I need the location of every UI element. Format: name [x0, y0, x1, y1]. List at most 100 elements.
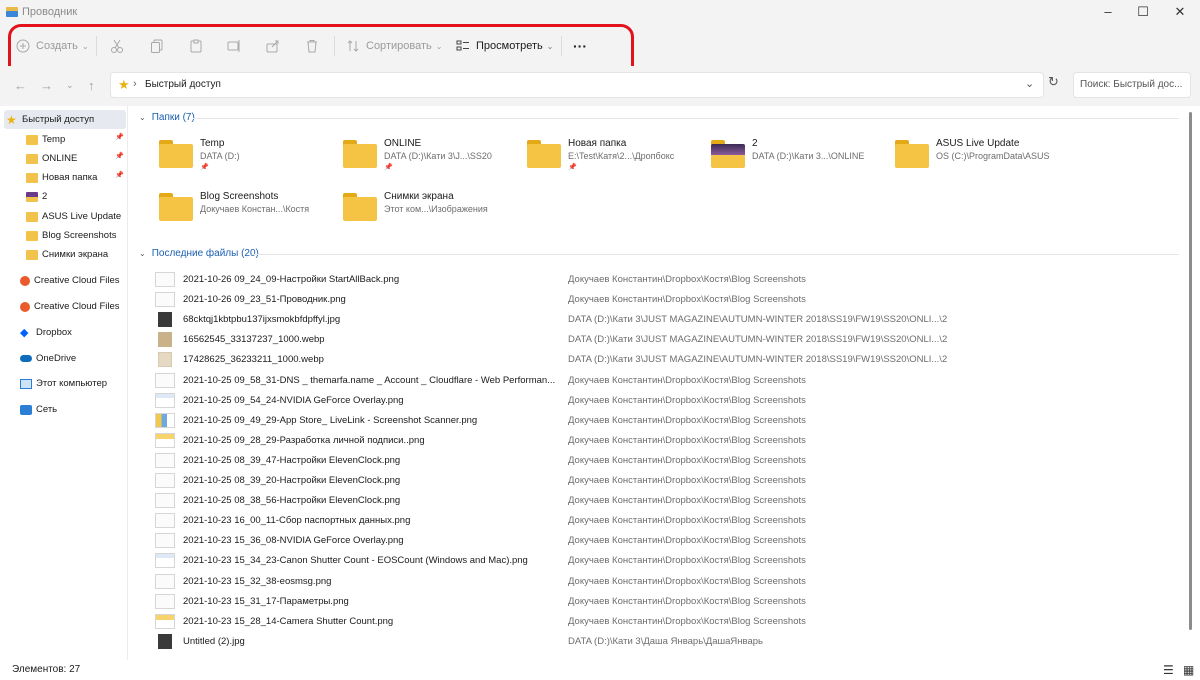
file-location: DATA (D:)\Кати 3\JUST MAGAZINE\AUTUMN-WI…: [568, 334, 948, 346]
file-row[interactable]: 2021-10-25 09_28_29-Разработка личной по…: [155, 431, 1175, 451]
file-row[interactable]: 2021-10-23 15_36_08-NVIDIA GeForce Overl…: [155, 531, 1175, 551]
sidebar-item[interactable]: OneDrive: [4, 349, 126, 368]
recent-section-header[interactable]: ⌄ Последние файлы (20): [139, 248, 259, 259]
sidebar-item[interactable]: Creative Cloud Files: [4, 297, 126, 316]
sidebar-item[interactable]: ASUS Live Update: [4, 207, 126, 226]
file-location: Докучаев Константин\Dropbox\Костя\Blog S…: [568, 535, 806, 547]
maximize-button[interactable]: ☐: [1123, 0, 1163, 26]
address-dropdown-icon[interactable]: ⌄: [1025, 77, 1034, 90]
file-location: DATA (D:)\Кати 3\JUST MAGAZINE\AUTUMN-WI…: [568, 314, 948, 326]
file-thumbnail-icon: [155, 593, 175, 609]
folder-icon: [26, 230, 38, 241]
folder-icon: [26, 249, 38, 260]
file-name: Untitled (2).jpg: [183, 635, 245, 647]
up-arrow-icon[interactable]: ↑: [88, 78, 95, 93]
folder-tile[interactable]: Новая папка E:\Test\Катя\2...\Дропбокс 📌: [527, 136, 711, 184]
sidebar-item-label: Creative Cloud Files: [34, 301, 120, 312]
sidebar-item[interactable]: Blog Screenshots: [4, 226, 126, 245]
folder-name: Новая папка: [568, 138, 627, 149]
minimize-button[interactable]: –: [1088, 0, 1128, 26]
file-row[interactable]: 2021-10-25 09_58_31-DNS _ themarfa.name …: [155, 371, 1175, 391]
folder-icon: [343, 140, 377, 168]
file-location: Докучаев Константин\Dropbox\Костя\Blog S…: [568, 374, 806, 386]
tiles-view-icon[interactable]: ▦: [1183, 663, 1194, 677]
file-row[interactable]: 2021-10-23 15_28_14-Camera Shutter Count…: [155, 612, 1175, 632]
file-name: 16562545_33137237_1000.webp: [183, 334, 325, 346]
file-row[interactable]: 2021-10-25 08_39_20-Настройки ElevenCloc…: [155, 471, 1175, 491]
file-row[interactable]: 2021-10-26 09_23_51-Проводник.png Докучае…: [155, 290, 1175, 310]
sidebar-item-label: 2: [42, 191, 48, 202]
recent-locations-chevron-icon[interactable]: ⌄: [66, 80, 74, 91]
file-name: 68cktqj1kbtpbu137ijxsmokbfdpffyl.jpg: [183, 314, 341, 326]
file-name: 2021-10-26 09_24_09-Настройки StartAllBa…: [183, 274, 400, 285]
file-row[interactable]: 2021-10-25 09_54_24-NVIDIA GeForce Overl…: [155, 391, 1175, 411]
folder-image-icon: [26, 191, 38, 202]
sidebar-item[interactable]: Сеть: [4, 400, 126, 419]
folder-tile[interactable]: Temp DATA (D:) 📌: [159, 136, 343, 184]
folders-section-header[interactable]: ⌄ Папки (7): [139, 112, 195, 123]
folder-tile[interactable]: 2 DATA (D:)\Кати 3...\ONLINE: [711, 136, 895, 184]
file-row[interactable]: 2021-10-23 16_00_11-Сбор паспортных данн…: [155, 511, 1175, 531]
sidebar-item[interactable]: ◆ Dropbox: [4, 323, 126, 342]
folder-tile[interactable]: Blog Screenshots Докучаев Констан...\Кост…: [159, 189, 343, 237]
back-arrow-icon[interactable]: ←: [14, 78, 27, 93]
sidebar-item-label: ASUS Live Update: [42, 211, 122, 222]
file-row[interactable]: 2021-10-25 09_49_29-App Store_ LiveLink …: [155, 411, 1175, 431]
sidebar-item-label: ONLINE: [42, 153, 78, 164]
file-row[interactable]: 16562545_33137237_1000.webp DATA (D:)\Кат…: [155, 330, 1175, 350]
file-row[interactable]: 17428625_36233211_1000.webp DATA (D:)\Кат…: [155, 350, 1175, 370]
file-thumbnail-icon: [155, 432, 175, 448]
file-name: 2021-10-23 15_34_23-Canon Shutter Count …: [183, 555, 528, 567]
file-row[interactable]: 2021-10-25 08_38_56-Настройки ElevenCloc…: [155, 491, 1175, 511]
close-button[interactable]: ✕: [1160, 0, 1200, 26]
refresh-icon[interactable]: ↻: [1048, 74, 1059, 90]
sidebar-item[interactable]: 2: [4, 187, 126, 206]
sidebar-item[interactable]: Снимки экрана: [4, 245, 126, 264]
forward-arrow-icon[interactable]: →: [40, 78, 53, 93]
file-row[interactable]: 2021-10-25 08_39_47-Настройки ElevenCloc…: [155, 451, 1175, 471]
file-location: Докучаев Константин\Dropbox\Костя\Blog S…: [568, 575, 806, 587]
file-thumbnail-icon: [158, 633, 172, 649]
file-name: 2021-10-23 15_32_38-eosmsg.png: [183, 575, 332, 587]
sidebar-item[interactable]: Creative Cloud Files: [4, 271, 126, 290]
file-thumbnail-icon: [158, 332, 172, 348]
file-row[interactable]: 68cktqj1kbtpbu137ijxsmokbfdpffyl.jpg DATA…: [155, 310, 1175, 330]
file-location: DATA (D:)\Кати 3\JUST MAGAZINE\AUTUMN-WI…: [568, 354, 948, 366]
folder-tile[interactable]: ASUS Live Update OS (C:)\ProgramData\ASUS: [895, 136, 1079, 184]
sidebar-item[interactable]: Temp 📌: [4, 130, 126, 149]
file-row[interactable]: Untitled (2).jpg DATA (D:)\Кати 3\Даша Ян…: [155, 632, 1175, 652]
folder-path: Докучаев Констан...\Костя: [200, 204, 310, 214]
file-location: Докучаев Константин\Dropbox\Костя\Blog S…: [568, 434, 806, 446]
scrollbar-thumb[interactable]: [1189, 112, 1192, 630]
file-thumbnail-icon: [158, 312, 172, 328]
folder-icon: [895, 140, 929, 168]
status-bar: Элементов: 27 ☰ ▦: [0, 660, 1200, 680]
file-row[interactable]: 2021-10-23 15_34_23-Canon Shutter Count …: [155, 551, 1175, 571]
file-thumbnail-icon: [155, 292, 175, 308]
folder-tile[interactable]: Снимки экрана Этот ком...\Изображения: [343, 189, 527, 237]
file-row[interactable]: 2021-10-23 15_31_17-Параметры.png Докучае…: [155, 592, 1175, 612]
file-thumbnail-icon: [155, 452, 175, 468]
folder-tile[interactable]: ONLINE DATA (D:)\Кати 3\J...\SS20 📌: [343, 136, 527, 184]
network-icon: [20, 404, 32, 415]
search-input[interactable]: Поиск: Быстрый дос...: [1073, 72, 1191, 98]
details-view-icon[interactable]: ☰: [1163, 663, 1174, 677]
file-name: 2021-10-23 16_00_11-Сбор паспортных данн…: [183, 515, 411, 527]
sidebar-item[interactable]: ★ Быстрый доступ: [4, 110, 126, 129]
sidebar-item-label: Этот компьютер: [36, 378, 108, 389]
file-row[interactable]: 2021-10-23 15_32_38-eosmsg.png Докучаев К…: [155, 572, 1175, 592]
file-thumbnail-icon: [155, 493, 175, 509]
sidebar-item[interactable]: Этот компьютер: [4, 374, 126, 393]
file-row[interactable]: 2021-10-26 09_24_09-Настройки StartAllBa…: [155, 270, 1175, 290]
address-bar[interactable]: ★ › Быстрый доступ ⌄: [110, 72, 1044, 98]
pin-icon: 📌: [568, 164, 577, 171]
sidebar-item[interactable]: ONLINE 📌: [4, 149, 126, 168]
file-location: DATA (D:)\Кати 3\Даша Январь\ДашаЯнварь: [568, 635, 763, 647]
file-name: 2021-10-23 15_31_17-Параметры.png: [183, 595, 349, 607]
folder-name: ASUS Live Update: [936, 138, 1020, 149]
file-thumbnail-icon: [155, 533, 175, 549]
file-location: Докучаев Константин\Dropbox\Костя\Blog S…: [568, 294, 806, 306]
chevron-down-icon: ⌄: [139, 113, 146, 122]
chevron-down-icon: ⌄: [139, 249, 146, 258]
sidebar-item[interactable]: Новая папка 📌: [4, 168, 126, 187]
